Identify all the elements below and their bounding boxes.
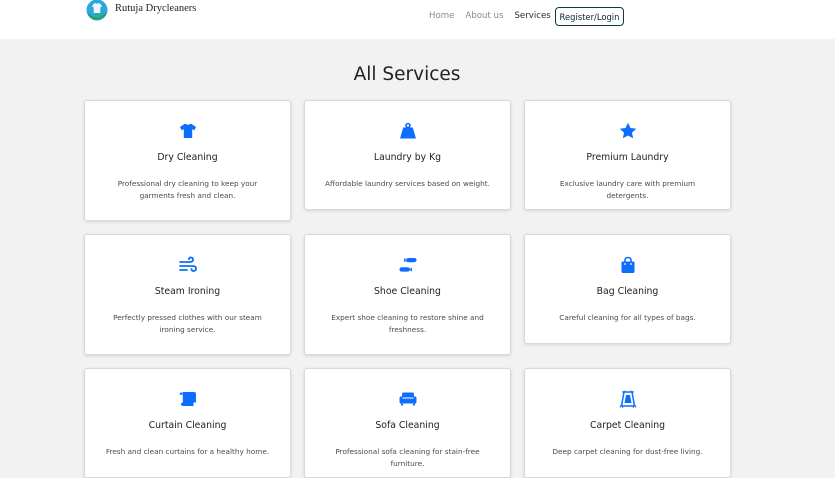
shopping-bag-icon (621, 256, 634, 273)
brand-link[interactable]: Rutuja Drycleaners (85, 0, 196, 22)
service-title: Steam Ironing (154, 286, 221, 297)
nav-about-link[interactable]: About us (465, 11, 503, 21)
star-icon (619, 122, 636, 139)
page-title: All Services (353, 64, 461, 85)
service-title: Curtain Cleaning (148, 420, 227, 431)
service-card-laundry-by-kg[interactable]: Laundry by Kg Affordable laundry service… (304, 100, 511, 210)
scroll-icon (179, 392, 196, 406)
service-description: Affordable laundry services based on wei… (325, 179, 490, 188)
service-description: Professional dry cleaning to keep your g… (117, 179, 258, 200)
brand-logo-icon (86, 0, 108, 21)
nav-links: Home About us Services (429, 11, 562, 21)
service-description: Exclusive laundry care with premium dete… (559, 179, 696, 200)
wind-icon (178, 256, 197, 272)
shoe-prints-icon (399, 258, 416, 272)
nav-home-link[interactable]: Home (429, 11, 454, 21)
service-title: Sofa Cleaning (375, 420, 440, 431)
service-title: Laundry by Kg (373, 152, 442, 163)
nav-services-link[interactable]: Services (514, 11, 550, 21)
navbar: Rutuja Drycleaners Home About us Service… (0, 0, 835, 39)
service-description: Professional sofa cleaning for stain-fre… (335, 447, 480, 468)
couch-icon (399, 392, 416, 406)
service-card-shoe-cleaning[interactable]: Shoe Cleaning Expert shoe cleaning to re… (304, 234, 511, 355)
service-card-premium-laundry[interactable]: Premium Laundry Exclusive laundry care w… (524, 100, 731, 210)
rug-icon (619, 390, 636, 408)
service-card-bag-cleaning[interactable]: Bag Cleaning Careful cleaning for all ty… (524, 234, 731, 344)
service-title: Dry Cleaning (157, 152, 218, 163)
service-card-dry-cleaning[interactable]: Dry Cleaning Professional dry cleaning t… (84, 100, 291, 221)
service-description: Careful cleaning for all types of bags. (559, 313, 696, 322)
service-description: Deep carpet cleaning for dust-free livin… (552, 447, 703, 456)
service-title: Carpet Cleaning (590, 420, 665, 431)
service-description: Fresh and clean curtains for a healthy h… (105, 447, 270, 456)
service-card-curtain-cleaning[interactable]: Curtain Cleaning Fresh and clean curtain… (84, 368, 291, 478)
service-description: Perfectly pressed clothes with our steam… (113, 313, 262, 334)
tshirt-icon (179, 124, 196, 138)
register-login-button[interactable]: Register/Login (555, 7, 624, 26)
service-card-carpet-cleaning[interactable]: Carpet Cleaning Deep carpet cleaning for… (524, 368, 731, 478)
brand-name: Rutuja Drycleaners (115, 2, 197, 14)
service-card-sofa-cleaning[interactable]: Sofa Cleaning Professional sofa cleaning… (304, 368, 511, 478)
weight-icon (399, 122, 416, 139)
service-card-steam-ironing[interactable]: Steam Ironing Perfectly pressed clothes … (84, 234, 291, 355)
service-title: Premium Laundry (586, 152, 669, 163)
service-title: Shoe Cleaning (374, 286, 441, 297)
service-title: Bag Cleaning (596, 286, 659, 297)
service-description: Expert shoe cleaning to restore shine an… (331, 313, 484, 334)
